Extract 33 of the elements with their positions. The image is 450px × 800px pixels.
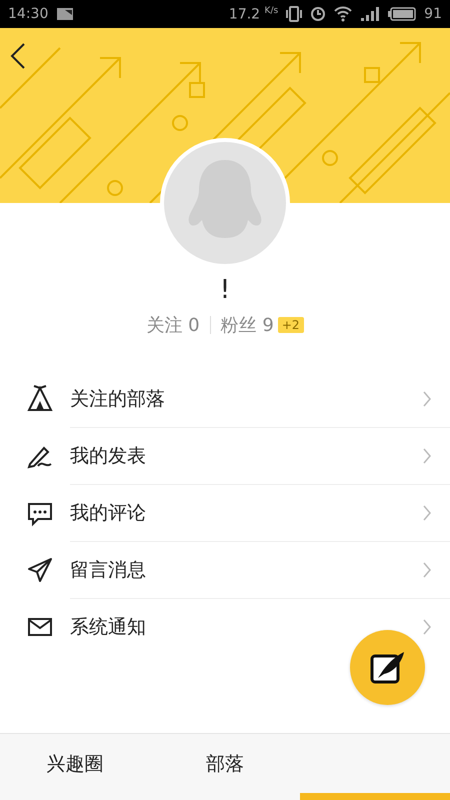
menu-label: 我的发表 <box>70 444 146 469</box>
menu-item[interactable]: 关注的部落 <box>0 370 450 428</box>
tab[interactable]: 部落 <box>150 734 300 800</box>
menu-item[interactable]: 留言消息 <box>0 542 450 599</box>
battery-level: 91 <box>424 6 442 22</box>
menu-label: 我的评论 <box>70 500 146 526</box>
menu-item[interactable]: 系统通知 <box>0 598 450 656</box>
fans-increase-badge: +2 <box>278 316 304 333</box>
wifi-icon <box>334 6 352 22</box>
tent-icon <box>26 385 54 414</box>
signal-icon <box>360 6 380 22</box>
following-count[interactable]: 关注 0 <box>146 312 200 337</box>
tab[interactable]: 兴趣圈 <box>0 734 150 800</box>
user-name: ! <box>218 276 232 305</box>
menu-item[interactable]: 我的发表 <box>0 428 450 485</box>
menu-label: 系统通知 <box>70 615 146 640</box>
menu-label: 留言消息 <box>70 558 146 583</box>
status-time: 14:30 <box>8 6 48 22</box>
chevron-right-icon <box>422 504 432 522</box>
network-speed: 17.2 $^{K/s}$ <box>228 6 278 22</box>
vibrate-icon <box>286 6 302 22</box>
chevron-right-icon <box>422 618 432 636</box>
fans-count[interactable]: 粉丝 9 <box>220 312 274 337</box>
plane-icon <box>26 556 54 584</box>
chevron-right-icon <box>422 560 432 579</box>
alarm-icon <box>310 6 326 22</box>
chevron-right-icon <box>422 390 432 408</box>
image-icon <box>56 7 74 21</box>
battery-icon <box>388 7 416 21</box>
chevron-right-icon <box>422 446 432 465</box>
menu-item[interactable]: 我的评论 <box>0 484 450 542</box>
menu-label: 关注的部落 <box>70 386 165 412</box>
compose-button[interactable] <box>350 630 425 705</box>
